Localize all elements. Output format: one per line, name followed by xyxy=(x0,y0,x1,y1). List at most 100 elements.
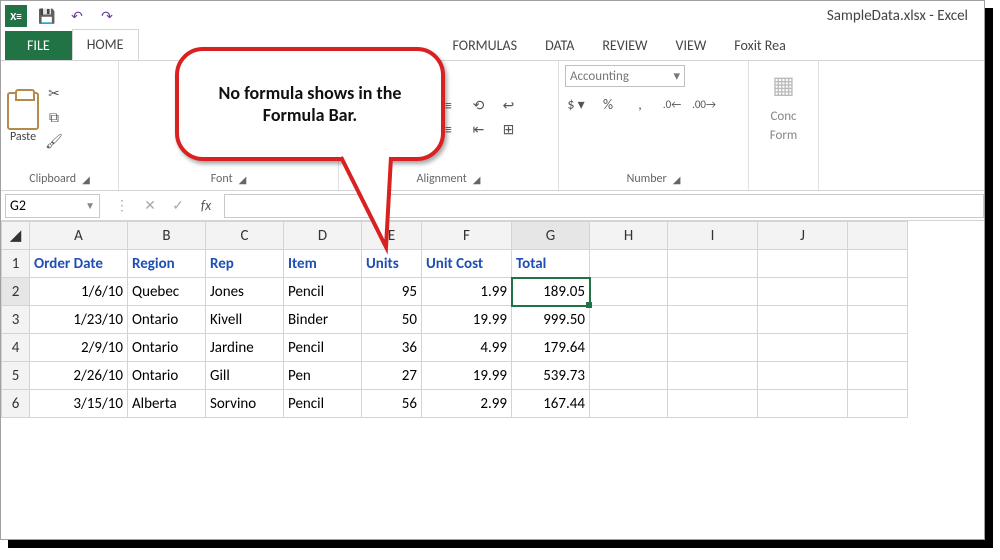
cell[interactable]: Quebec xyxy=(128,278,206,306)
cut-icon[interactable]: ✂ xyxy=(43,83,65,105)
cell[interactable]: 95 xyxy=(362,278,422,306)
cell[interactable]: Ontario xyxy=(128,362,206,390)
row-header[interactable]: 1 xyxy=(2,250,30,278)
col-header[interactable]: B xyxy=(128,222,206,250)
cell[interactable]: 1/23/10 xyxy=(30,306,128,334)
cell[interactable]: Unit Cost xyxy=(422,250,512,278)
cell[interactable]: Jones xyxy=(206,278,284,306)
cell[interactable]: Kivell xyxy=(206,306,284,334)
cell[interactable] xyxy=(848,362,908,390)
redo-icon[interactable]: ↷ xyxy=(97,6,117,26)
tab-view[interactable]: VIEW xyxy=(662,31,721,60)
cell[interactable]: Pen xyxy=(284,362,362,390)
orientation-icon[interactable]: ⟲ xyxy=(468,95,490,117)
row-header[interactable]: 3 xyxy=(2,306,30,334)
cell[interactable]: 167.44 xyxy=(512,390,590,418)
cell[interactable] xyxy=(668,362,758,390)
cell[interactable] xyxy=(590,390,668,418)
format-painter-icon[interactable]: 🖌 xyxy=(43,131,65,153)
cell[interactable]: Rep xyxy=(206,250,284,278)
cell[interactable]: 999.50 xyxy=(512,306,590,334)
cell[interactable] xyxy=(848,250,908,278)
wrap-text-icon[interactable]: ↩ xyxy=(498,95,520,117)
cancel-formula-icon[interactable]: ✕ xyxy=(138,195,162,217)
col-header[interactable]: A xyxy=(30,222,128,250)
cell[interactable]: Total xyxy=(512,250,590,278)
col-header[interactable] xyxy=(848,222,908,250)
cell[interactable] xyxy=(668,306,758,334)
cell[interactable] xyxy=(848,306,908,334)
conditional-formatting-icon[interactable]: ▦ xyxy=(764,65,804,105)
table-row[interactable]: 2 1/6/10 Quebec Jones Pencil 95 1.99 189… xyxy=(2,278,908,306)
cell[interactable] xyxy=(668,250,758,278)
cell[interactable]: Sorvino xyxy=(206,390,284,418)
cell[interactable]: Jardine xyxy=(206,334,284,362)
dialog-launcher-icon[interactable]: ◢ xyxy=(473,173,481,186)
select-all-corner[interactable]: ◢ xyxy=(2,222,30,250)
row-header[interactable]: 4 xyxy=(2,334,30,362)
cell[interactable]: Region xyxy=(128,250,206,278)
row-header[interactable]: 5 xyxy=(2,362,30,390)
cell[interactable] xyxy=(590,278,668,306)
comma-format-icon[interactable]: , xyxy=(629,93,651,115)
cell[interactable]: 19.99 xyxy=(422,362,512,390)
cell[interactable] xyxy=(758,250,848,278)
cell[interactable]: Alberta xyxy=(128,390,206,418)
cell[interactable] xyxy=(848,334,908,362)
table-row[interactable]: 1 Order Date Region Rep Item Units Unit … xyxy=(2,250,908,278)
cell[interactable] xyxy=(590,250,668,278)
col-header[interactable]: C xyxy=(206,222,284,250)
table-row[interactable]: 3 1/23/10 Ontario Kivell Binder 50 19.99… xyxy=(2,306,908,334)
cell-active[interactable]: 189.05 xyxy=(512,278,590,306)
tab-review[interactable]: REVIEW xyxy=(588,31,661,60)
undo-icon[interactable]: ↶ xyxy=(67,6,87,26)
excel-app-icon[interactable]: X≡ xyxy=(5,5,27,27)
accounting-format-icon[interactable]: $ ▾ xyxy=(565,93,587,115)
cell[interactable]: Ontario xyxy=(128,334,206,362)
dialog-launcher-icon[interactable]: ◢ xyxy=(239,173,247,186)
cell[interactable]: Pencil xyxy=(284,278,362,306)
row-header[interactable]: 2 xyxy=(2,278,30,306)
cell[interactable]: 3/15/10 xyxy=(30,390,128,418)
cell[interactable] xyxy=(758,334,848,362)
cell[interactable] xyxy=(668,278,758,306)
increase-decimal-icon[interactable]: .0← xyxy=(661,93,683,115)
cell[interactable]: 179.64 xyxy=(512,334,590,362)
cell[interactable]: 2/9/10 xyxy=(30,334,128,362)
tab-foxit[interactable]: Foxit Rea xyxy=(720,31,800,60)
col-header[interactable]: H xyxy=(590,222,668,250)
col-header[interactable]: G xyxy=(512,222,590,250)
cell[interactable]: 1/6/10 xyxy=(30,278,128,306)
cell[interactable]: 1.99 xyxy=(422,278,512,306)
cell[interactable]: Gill xyxy=(206,362,284,390)
cell[interactable]: 4.99 xyxy=(422,334,512,362)
enter-formula-icon[interactable]: ✓ xyxy=(166,195,190,217)
cell[interactable] xyxy=(668,390,758,418)
cell[interactable]: 50 xyxy=(362,306,422,334)
cell[interactable]: Binder xyxy=(284,306,362,334)
cell[interactable]: Pencil xyxy=(284,334,362,362)
table-row[interactable]: 6 3/15/10 Alberta Sorvino Pencil 56 2.99… xyxy=(2,390,908,418)
cell[interactable]: 2/26/10 xyxy=(30,362,128,390)
cell[interactable]: 56 xyxy=(362,390,422,418)
cell[interactable] xyxy=(848,278,908,306)
cell[interactable]: 36 xyxy=(362,334,422,362)
cell[interactable]: 19.99 xyxy=(422,306,512,334)
fx-icon[interactable]: fx xyxy=(194,195,218,217)
cell[interactable] xyxy=(668,334,758,362)
tab-formulas[interactable]: FORMULAS xyxy=(439,31,532,60)
cell[interactable] xyxy=(590,306,668,334)
worksheet-grid[interactable]: ◢ A B C D E F G H I J 1 Order Date Regio… xyxy=(1,221,984,418)
row-header[interactable]: 6 xyxy=(2,390,30,418)
tab-home[interactable]: HOME xyxy=(72,29,139,60)
cell[interactable] xyxy=(590,362,668,390)
copy-icon[interactable]: ⧉ xyxy=(43,107,65,129)
cell[interactable]: Ontario xyxy=(128,306,206,334)
decrease-decimal-icon[interactable]: .00→ xyxy=(693,93,715,115)
tab-data[interactable]: DATA xyxy=(531,31,588,60)
table-row[interactable]: 4 2/9/10 Ontario Jardine Pencil 36 4.99 … xyxy=(2,334,908,362)
cell[interactable] xyxy=(590,334,668,362)
save-icon[interactable]: 💾 xyxy=(37,6,57,26)
paste-button[interactable]: Paste xyxy=(7,92,39,144)
col-header[interactable]: I xyxy=(668,222,758,250)
